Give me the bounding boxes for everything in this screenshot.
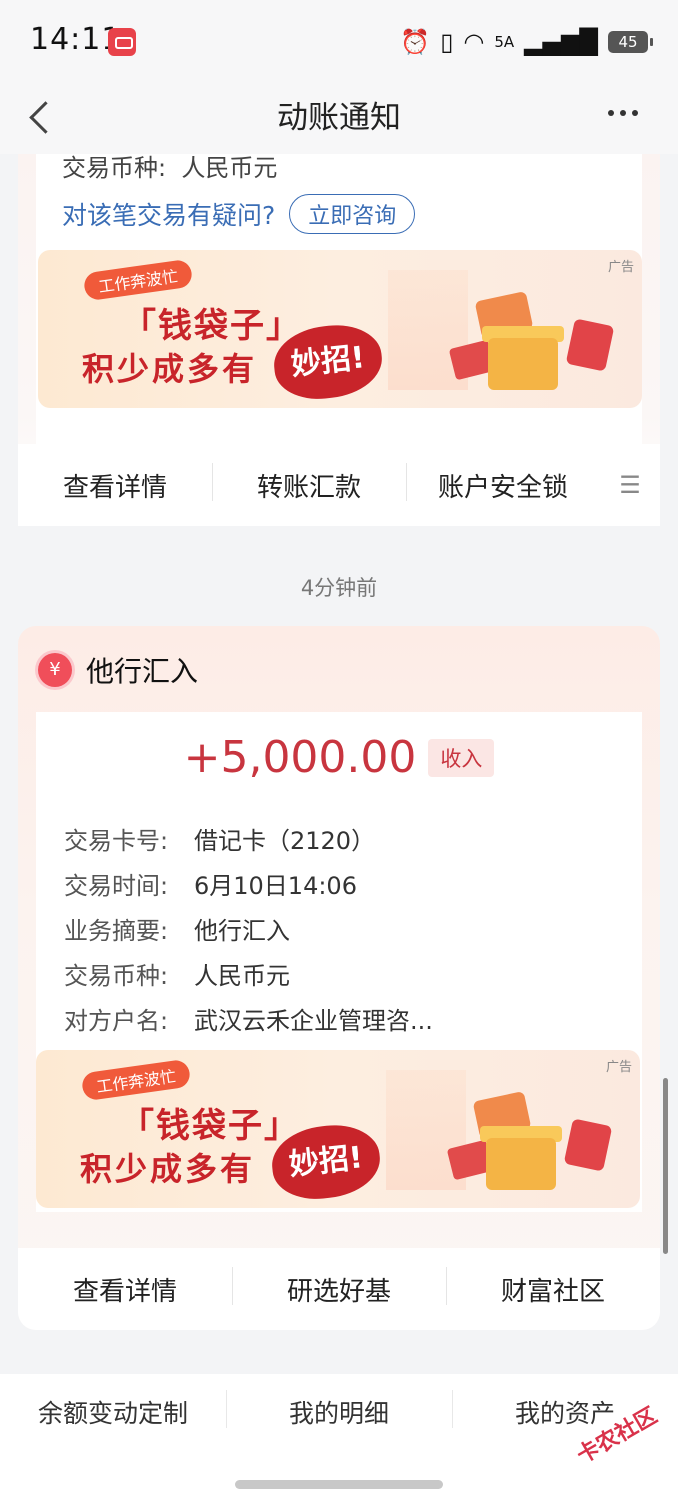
card-body: +5,000.00 收入 交易卡号: 借记卡（2120） 交易时间: 6月10日14…	[36, 712, 642, 1212]
card-actions: 查看详情 转账汇款 账户安全锁 ☰	[18, 444, 660, 526]
balance-alert-custom-button[interactable]: 余额变动定制	[0, 1394, 226, 1430]
battery-icon: 45	[608, 31, 653, 53]
yen-icon: ¥	[38, 653, 72, 687]
detail-row: 交易时间: 6月10日14:06	[64, 872, 357, 900]
fund-picks-button[interactable]: 研选好基	[232, 1266, 446, 1308]
account-lock-button[interactable]: 账户安全锁	[406, 462, 600, 504]
ad-label: 广告	[605, 1060, 632, 1075]
page-header: 动账通知	[0, 80, 678, 154]
alarm-icon: ⏰	[400, 28, 431, 56]
transaction-query-row: 对该笔交易有疑问? 立即咨询	[62, 194, 416, 234]
wifi-icon: ◠	[463, 28, 485, 56]
vibrate-icon: ▯	[440, 28, 454, 56]
banner-headline: 「钱袋子」	[120, 1106, 300, 1146]
card-actions: 查看详情 研选好基 财富社区	[18, 1248, 660, 1330]
detail-row: 业务摘要: 他行汇入	[64, 917, 290, 945]
card-header: ¥ 他行汇入	[38, 650, 198, 690]
detail-row: 交易卡号: 借记卡（2120）	[64, 827, 376, 855]
banner-tag: 工作奔波忙	[80, 1058, 192, 1102]
wealth-community-button[interactable]: 财富社区	[446, 1266, 660, 1308]
query-text: 对该笔交易有疑问?	[62, 201, 276, 230]
network-label: 5A	[494, 33, 515, 51]
gift-box-icon	[446, 1091, 613, 1192]
transaction-details: 交易卡号: 借记卡（2120） 交易时间: 6月10日14:06 业务摘要: 他行汇入…	[64, 816, 433, 1041]
menu-icon[interactable]: ☰	[600, 471, 660, 499]
more-options-icon[interactable]	[608, 110, 638, 116]
ad-label: 广告	[607, 260, 634, 275]
detail-row: 对方户名: 武汉云禾企业管理咨...	[64, 1007, 433, 1035]
view-details-button[interactable]: 查看详情	[18, 1271, 232, 1308]
timestamp-label: 4分钟前	[300, 576, 378, 600]
amount-value: +5,000.00	[183, 732, 417, 783]
income-badge: 收入	[428, 738, 495, 777]
page-title: 动账通知	[277, 100, 401, 136]
ad-banner[interactable]: 工作奔波忙 「钱袋子」 积少成多有 妙招! 广告	[36, 1050, 640, 1208]
view-details-button[interactable]: 查看详情	[18, 467, 212, 504]
amount-row: +5,000.00 收入	[36, 732, 642, 783]
consult-button[interactable]: 立即咨询	[289, 194, 416, 234]
home-indicator[interactable]	[235, 1480, 443, 1489]
scrollbar[interactable]	[663, 1078, 668, 1254]
detail-row: 交易币种: 人民币元	[64, 962, 290, 990]
status-icons: ⏰ ▯ ◠ 5A ▂▄▆█ 45	[400, 26, 653, 58]
my-details-button[interactable]: 我的明细	[226, 1390, 452, 1430]
transfer-button[interactable]: 转账汇款	[212, 462, 406, 504]
banner-tag: 工作奔波忙	[82, 258, 194, 302]
banner-subline: 积少成多有	[80, 1150, 256, 1188]
banner-subline: 积少成多有	[82, 350, 258, 388]
ad-banner[interactable]: 工作奔波忙 「钱袋子」 积少成多有 妙招! 广告	[38, 250, 642, 408]
notification-app-icon	[108, 28, 136, 56]
notification-card-previous: 交易币种: 人民币元 对该笔交易有疑问? 立即咨询 工作奔波忙 「钱袋子」 积少…	[18, 154, 660, 526]
detail-row-currency: 交易币种: 人民币元	[62, 154, 278, 182]
card-body: 交易币种: 人民币元 对该笔交易有疑问? 立即咨询 工作奔波忙 「钱袋子」 积少…	[36, 154, 642, 444]
status-bar: 14:11 ⏰ ▯ ◠ 5A ▂▄▆█ 45	[0, 0, 678, 80]
notification-card: ¥ 他行汇入 +5,000.00 收入 交易卡号: 借记卡（2120） 交易时间:…	[18, 626, 660, 1330]
banner-headline: 「钱袋子」	[122, 306, 302, 346]
card-title: 他行汇入	[86, 655, 199, 688]
signal-icon: ▂▄▆█	[524, 28, 598, 56]
gift-box-icon	[448, 291, 615, 392]
